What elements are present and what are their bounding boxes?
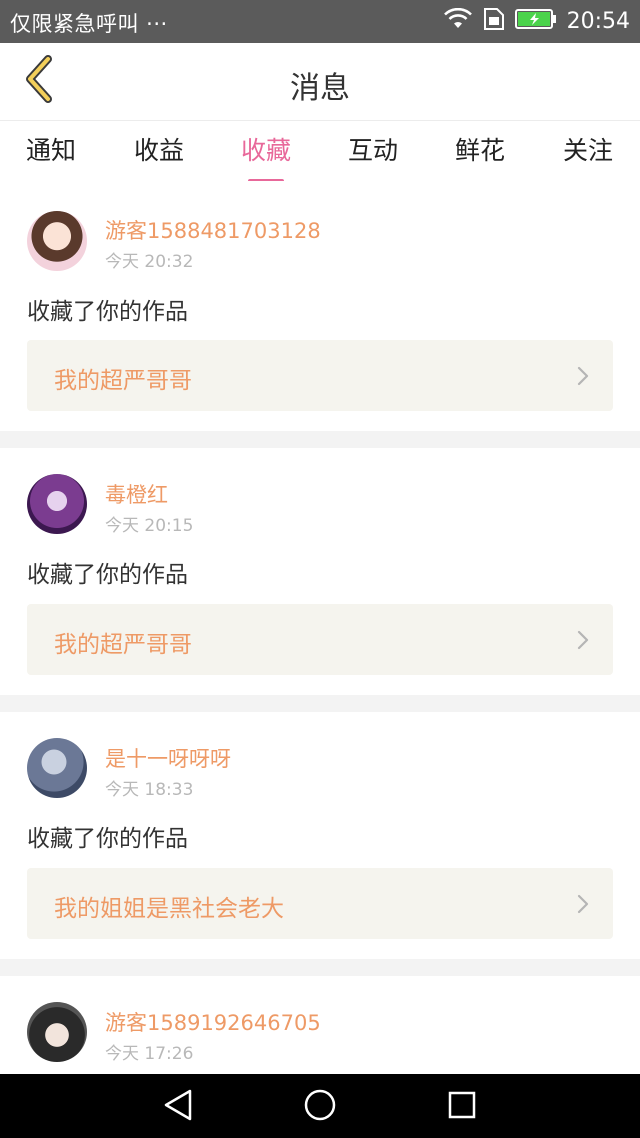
tab-flowers[interactable]: 鲜花 [430,131,530,167]
username[interactable]: 游客1589192646705 [105,1007,321,1037]
nav-recents-button[interactable] [442,1088,482,1126]
system-nav-bar [0,1074,640,1138]
top-bar: 消息 [0,43,640,121]
chevron-right-icon [577,894,589,918]
tab-earnings[interactable]: 收益 [109,131,209,167]
divider [0,959,640,976]
message-card: 游客1589192646705 今天 17:26 [0,976,640,1074]
circle-home-icon [303,1088,337,1126]
action-text: 收藏了你的作品 [27,299,188,325]
divider [0,695,640,712]
tab-notifications[interactable]: 通知 [1,131,101,167]
work-link[interactable]: 我的姐姐是黑社会老大 [27,868,613,939]
nav-back-button[interactable] [158,1088,198,1126]
tab-bar: 通知 收益 收藏 互动 鲜花 关注 [0,121,640,183]
work-title: 我的超严哥哥 [54,632,192,658]
message-card: 毒橙红 今天 20:15 收藏了你的作品 我的超严哥哥 [0,448,640,695]
divider [0,431,640,448]
avatar[interactable] [27,1002,87,1062]
tab-following[interactable]: 关注 [538,131,638,167]
avatar[interactable] [27,474,87,534]
clock: 20:54 [566,8,630,34]
timestamp: 今天 18:33 [105,780,194,800]
work-link[interactable]: 我的超严哥哥 [27,604,613,675]
timestamp: 今天 17:26 [105,1044,194,1064]
wifi-icon [443,7,473,34]
tab-favorites[interactable]: 收藏 [216,131,316,183]
carrier-text: 仅限紧急呼叫 ··· [10,12,168,36]
work-title: 我的超严哥哥 [54,368,192,394]
tab-interactions[interactable]: 互动 [323,131,423,167]
square-recents-icon [447,1090,477,1124]
chevron-right-icon [577,630,589,654]
tab-favorites-label: 收藏 [240,136,291,165]
avatar[interactable] [27,211,87,271]
timestamp: 今天 20:32 [105,252,194,272]
nav-home-button[interactable] [300,1088,340,1126]
message-card: 游客1588481703128 今天 20:32 收藏了你的作品 我的超严哥哥 [0,181,640,431]
battery-icon [514,8,557,34]
timestamp: 今天 20:15 [105,516,194,536]
username[interactable]: 毒橙红 [105,479,168,509]
work-title: 我的姐姐是黑社会老大 [54,896,284,922]
username[interactable]: 是十一呀呀呀 [105,743,231,773]
sim-icon [483,7,505,35]
chevron-right-icon [577,366,589,390]
action-text: 收藏了你的作品 [27,562,188,588]
username[interactable]: 游客1588481703128 [105,215,321,245]
triangle-back-icon [162,1088,194,1126]
status-icons: 20:54 [443,6,630,36]
status-bar: 仅限紧急呼叫 ··· 20:54 [0,0,640,43]
work-link[interactable]: 我的超严哥哥 [27,340,613,411]
avatar[interactable] [27,738,87,798]
page-title: 消息 [290,71,350,106]
message-card: 是十一呀呀呀 今天 18:33 收藏了你的作品 我的姐姐是黑社会老大 [0,712,640,959]
action-text: 收藏了你的作品 [27,826,188,852]
